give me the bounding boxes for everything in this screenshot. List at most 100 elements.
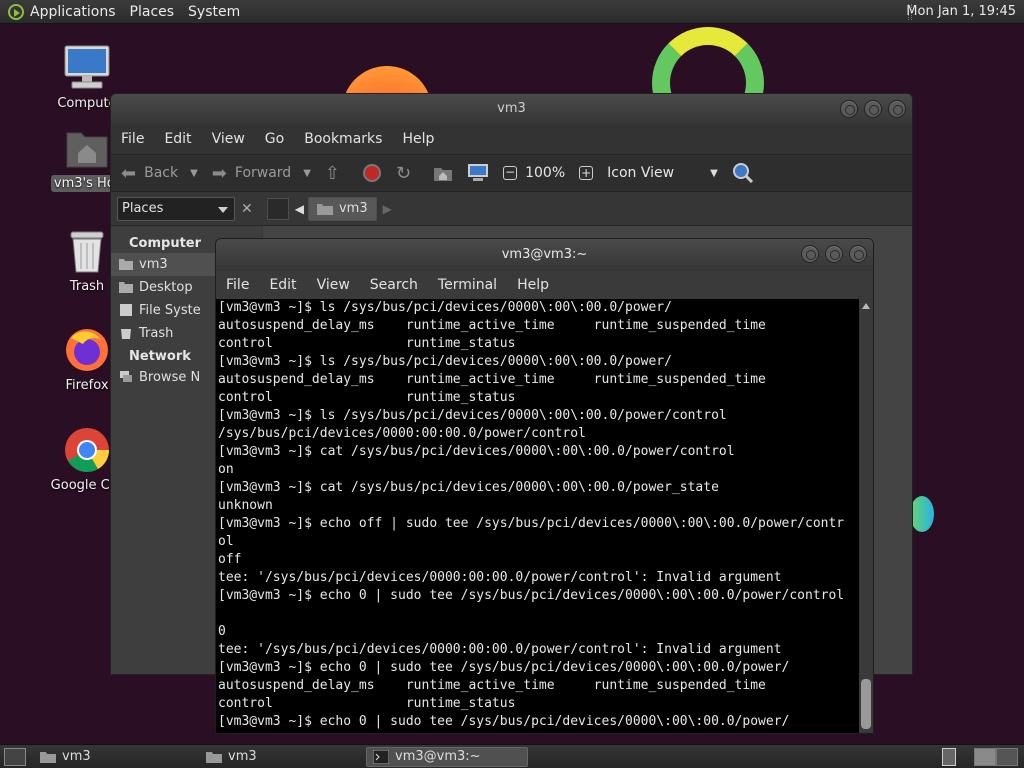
menu-bookmarks[interactable]: Bookmarks: [304, 131, 382, 147]
zoom-in-button[interactable]: +: [579, 166, 594, 180]
menu-edit[interactable]: Edit: [269, 277, 296, 293]
taskbar-item[interactable]: vm3: [200, 747, 362, 767]
maximize-button[interactable]: [825, 245, 843, 263]
menu-view[interactable]: View: [317, 277, 350, 293]
close-button[interactable]: [849, 245, 867, 263]
workspace-1[interactable]: [974, 748, 996, 766]
window-titlebar[interactable]: vm3@vm3:~: [216, 239, 873, 271]
view-mode-select[interactable]: Icon View ▼: [607, 165, 718, 181]
home-folder-icon: [66, 132, 108, 168]
places-menu[interactable]: Places: [130, 4, 175, 20]
window-title: vm3@vm3:~: [501, 247, 588, 262]
search-button[interactable]: [732, 162, 754, 184]
chevron-down-icon: ▼: [190, 167, 198, 179]
minimize-button[interactable]: [840, 100, 858, 118]
sidebar-item-label: vm3: [139, 257, 168, 272]
forward-button[interactable]: ➡ Forward ▼: [212, 163, 311, 184]
taskbar-item-label: vm3@vm3:~: [395, 749, 481, 764]
zoom-out-icon: −: [503, 165, 518, 180]
window-title: vm3: [497, 101, 526, 116]
home-folder-icon: [206, 751, 222, 763]
sidebar-item-label: Browse N: [139, 370, 201, 385]
terminal-scrollbar[interactable]: [859, 299, 873, 733]
home-folder-icon: [40, 751, 56, 763]
file-manager-toolbar: ⬅ Back ▼ ➡ Forward ▼ ⇧ ↻ − 100% + Icon V…: [111, 154, 912, 192]
menu-search[interactable]: Search: [370, 277, 418, 293]
window-titlebar[interactable]: vm3: [111, 94, 912, 124]
stop-icon: [363, 164, 381, 182]
sidebar-item-label: File Syste: [139, 303, 201, 318]
clock[interactable]: Mon Jan 1, 19:45: [906, 4, 1016, 19]
monitor-icon: [468, 164, 489, 181]
back-button[interactable]: ⬅ Back ▼: [121, 163, 198, 184]
computer-icon: [64, 45, 110, 89]
menu-view[interactable]: View: [212, 131, 245, 147]
reload-icon: ↻: [396, 162, 412, 184]
terminal-text: [vm3@vm3 ~]$ ls /sys/bus/pci/devices/000…: [218, 300, 845, 729]
reload-button[interactable]: ↻: [396, 163, 419, 184]
forward-arrow-icon: ➡: [211, 162, 227, 184]
show-desktop-button[interactable]: [4, 747, 26, 766]
trash-applet-icon[interactable]: [942, 748, 956, 766]
terminal-menubar: File Edit View Search Terminal Help: [216, 271, 873, 299]
scrollbar-thumb[interactable]: [861, 679, 871, 729]
workspace-2[interactable]: [996, 748, 1018, 766]
folder-icon: [119, 282, 133, 293]
desktop-icon-label: Compute: [57, 96, 117, 111]
workspace-switcher[interactable]: [974, 748, 1018, 766]
drive-icon: [120, 304, 132, 316]
minimize-button[interactable]: [801, 245, 819, 263]
computer-button[interactable]: [467, 163, 489, 183]
terminal-window: vm3@vm3:~ File Edit View Search Terminal…: [215, 238, 874, 734]
stop-button[interactable]: [362, 163, 382, 183]
file-manager-menubar: File Edit View Go Bookmarks Help: [111, 124, 912, 154]
taskbar-item-label: vm3: [62, 749, 91, 764]
edit-location-icon[interactable]: [266, 197, 289, 220]
home-folder-icon: [119, 259, 133, 270]
chevron-down-icon: ▼: [303, 167, 311, 179]
taskbar-item[interactable]: vm3@vm3:~: [366, 746, 528, 767]
taskbar-item-label: vm3: [228, 749, 257, 764]
breadcrumb-vm3[interactable]: vm3: [307, 196, 377, 221]
menu-go[interactable]: Go: [265, 131, 284, 147]
menu-edit[interactable]: Edit: [164, 131, 191, 147]
path-right-arrow-icon[interactable]: ▶: [383, 202, 392, 216]
network-icon: [120, 371, 132, 382]
menu-file[interactable]: File: [226, 277, 249, 293]
chevron-down-icon: ▼: [710, 167, 718, 179]
menu-help[interactable]: Help: [517, 277, 549, 293]
menu-file[interactable]: File: [121, 131, 144, 147]
desktop-icon-label: Trash: [69, 279, 105, 294]
zoom-level: 100%: [525, 165, 566, 181]
up-button[interactable]: ⇧: [325, 163, 348, 184]
sidebar-item-label: Desktop: [139, 280, 193, 295]
forward-label: Forward: [234, 165, 292, 181]
desktop-icon-label: Firefox: [65, 378, 109, 393]
home-icon: [434, 168, 453, 181]
close-sidebar-icon[interactable]: ✕: [241, 201, 253, 217]
taskbar-item[interactable]: vm3: [34, 747, 196, 767]
applications-menu[interactable]: Applications: [30, 4, 116, 20]
close-button[interactable]: [888, 100, 906, 118]
trash-icon: [70, 231, 104, 273]
distro-logo-icon[interactable]: [8, 3, 24, 20]
scroll-up-icon[interactable]: [862, 303, 870, 309]
terminal-icon: [373, 749, 389, 764]
firefox-icon: [66, 329, 108, 371]
zoom-out-button[interactable]: − 100%: [503, 165, 565, 181]
zoom-in-icon: +: [579, 166, 594, 180]
trash-icon: [121, 329, 131, 339]
path-left-arrow-icon[interactable]: ◀: [295, 202, 304, 216]
back-label: Back: [144, 165, 179, 181]
maximize-button[interactable]: [864, 100, 882, 118]
top-panel: Applications Places System Mon Jan 1, 19…: [0, 0, 1024, 24]
menu-help[interactable]: Help: [402, 131, 434, 147]
terminal-output[interactable]: [vm3@vm3 ~]$ ls /sys/bus/pci/devices/000…: [216, 299, 860, 733]
home-button[interactable]: [433, 164, 453, 182]
back-arrow-icon: ⬅: [121, 162, 137, 184]
menu-terminal[interactable]: Terminal: [438, 277, 497, 293]
sidebar-places-select[interactable]: Places: [117, 196, 235, 221]
bottom-panel: vm3 vm3 vm3@vm3:~: [0, 744, 1024, 768]
system-menu[interactable]: System: [188, 4, 240, 20]
search-icon: [732, 163, 753, 184]
